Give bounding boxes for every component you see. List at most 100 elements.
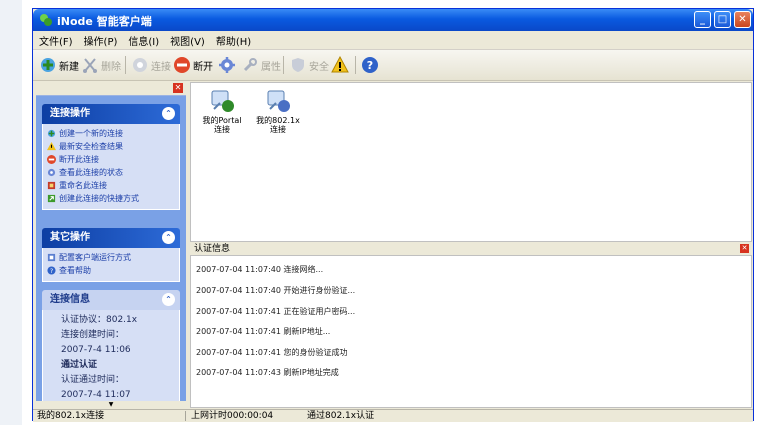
task-label: 创建此连接的快捷方式 bbox=[59, 194, 139, 203]
connections-view: 我的Portal 连接 我的802.1x 连接 bbox=[190, 82, 752, 242]
disconnect-icon bbox=[47, 155, 56, 164]
log-line: 2007-07-04 11:07:43 刷新IP地址完成 bbox=[196, 368, 339, 377]
page-edge bbox=[0, 0, 22, 425]
status-online-time: 上网计时000:00:04 bbox=[191, 411, 274, 421]
connect-button[interactable]: 连接 bbox=[131, 55, 171, 75]
shield-icon bbox=[292, 58, 304, 72]
task-configure-client[interactable]: 配置客户端运行方式 bbox=[43, 251, 179, 264]
new-button[interactable]: 新建 bbox=[39, 55, 79, 75]
property-label: 属性 bbox=[261, 61, 281, 73]
panel-body: 认证协议：802.1x 连接创建时间： 2007-7-4 11:06 通过认证 … bbox=[42, 310, 180, 408]
panel-title-text: 连接操作 bbox=[50, 108, 90, 119]
menu-info[interactable]: 信息(I) bbox=[122, 31, 164, 48]
new-label: 新建 bbox=[59, 61, 79, 73]
warning-icon bbox=[47, 142, 56, 151]
connection-name-line2: 连接 bbox=[214, 125, 230, 134]
log-line: 2007-07-04 11:07:41 正在验证用户密码... bbox=[196, 307, 356, 316]
security-label: 安全 bbox=[309, 61, 329, 73]
panel-title[interactable]: 其它操作 ⌃ bbox=[42, 228, 180, 248]
auth-log-header: 认证信息 ✕ bbox=[190, 242, 752, 256]
toolbar-separator bbox=[355, 56, 356, 74]
8021x-connection-icon bbox=[267, 90, 290, 112]
task-label: 查看帮助 bbox=[59, 266, 91, 275]
other-tasks-panel: 其它操作 ⌃ 配置客户端运行方式 ? 查看帮助 bbox=[42, 228, 180, 282]
connection-tasks-panel: 连接操作 ⌃ 创建一个新的连接 最新安全检查结果 断开此连接 查看此连接的状态 … bbox=[42, 104, 180, 210]
new-connection-icon bbox=[41, 58, 55, 72]
task-create-shortcut[interactable]: 创建此连接的快捷方式 bbox=[43, 192, 179, 205]
connection-item-8021x[interactable]: 我的802.1x 连接 bbox=[253, 87, 303, 134]
app-window: iNode 智能客户端 _ □ ✕ 文件(F) 操作(P) 信息(I) 视图(V) 帮助… bbox=[32, 8, 754, 422]
panel-title[interactable]: 连接信息 ⌃ bbox=[42, 290, 180, 310]
rename-icon bbox=[47, 181, 56, 190]
scroll-down-arrow[interactable]: ▼ bbox=[36, 401, 186, 409]
task-label: 重命名此连接 bbox=[59, 181, 107, 190]
task-create-connection[interactable]: 创建一个新的连接 bbox=[43, 127, 179, 140]
panel-title-text: 其它操作 bbox=[50, 232, 90, 243]
connect-label: 连接 bbox=[151, 61, 171, 73]
toolbar-separator bbox=[125, 56, 126, 74]
task-view-status[interactable]: 查看此连接的状态 bbox=[43, 166, 179, 179]
minimize-icon: _ bbox=[700, 14, 705, 25]
svg-text:?: ? bbox=[50, 268, 53, 275]
task-label: 创建一个新的连接 bbox=[59, 129, 123, 138]
maximize-button[interactable]: □ bbox=[714, 11, 731, 28]
close-icon[interactable]: ✕ bbox=[740, 244, 749, 253]
wrench-icon bbox=[243, 58, 257, 72]
gear-icon bbox=[219, 57, 235, 73]
status-divider bbox=[185, 411, 186, 421]
window-title: iNode 智能客户端 bbox=[57, 15, 152, 28]
task-pane: ✕ 连接操作 ⌃ 创建一个新的连接 最新安全检查结果 断开此连接 查看此连接的状… bbox=[36, 82, 186, 409]
panel-body: 配置客户端运行方式 ? 查看帮助 bbox=[42, 248, 180, 282]
status-connection: 我的802.1x连接 bbox=[37, 411, 105, 421]
delete-button[interactable]: 删除 bbox=[81, 55, 121, 75]
task-pane-header: ✕ bbox=[36, 82, 186, 96]
property-button[interactable]: 属性 bbox=[241, 55, 281, 75]
svg-text:?: ? bbox=[367, 59, 373, 72]
connection-name-line2: 连接 bbox=[270, 125, 286, 134]
menu-help[interactable]: 帮助(H) bbox=[210, 31, 256, 48]
title-bar[interactable]: iNode 智能客户端 _ □ ✕ bbox=[33, 9, 753, 31]
close-button[interactable]: ✕ bbox=[734, 11, 751, 28]
status-bar: 我的802.1x连接 上网计时000:00:04 通过802.1x认证 bbox=[33, 409, 753, 422]
info-created-time: 2007-7-4 11:06 bbox=[61, 345, 131, 355]
task-security-result[interactable]: 最新安全检查结果 bbox=[43, 140, 179, 153]
auth-log-title: 认证信息 bbox=[194, 244, 231, 254]
minimize-button[interactable]: _ bbox=[694, 11, 711, 28]
menu-view[interactable]: 视图(V) bbox=[164, 31, 210, 48]
collapse-icon[interactable]: ⌃ bbox=[162, 231, 175, 244]
collapse-icon[interactable]: ⌃ bbox=[162, 293, 175, 306]
connection-name-line1: 我的802.1x bbox=[256, 116, 300, 125]
portal-connection-icon bbox=[211, 90, 234, 112]
security-button[interactable]: 安全 bbox=[289, 55, 329, 75]
scissors-icon bbox=[83, 58, 97, 73]
connection-item-portal[interactable]: 我的Portal 连接 bbox=[197, 87, 247, 134]
close-icon[interactable]: ✕ bbox=[173, 83, 183, 93]
help-icon: ? bbox=[362, 57, 378, 73]
connect-icon bbox=[133, 58, 147, 72]
toolbar: 新建 删除 连接 断开 属性 安全 ? bbox=[33, 50, 753, 81]
log-line: 2007-07-04 11:07:40 连接网络... bbox=[196, 265, 324, 274]
task-label: 查看此连接的状态 bbox=[59, 168, 123, 177]
task-label: 最新安全检查结果 bbox=[59, 142, 123, 151]
task-label: 断开此连接 bbox=[59, 155, 99, 164]
warning-icon bbox=[331, 56, 349, 73]
warning-button[interactable] bbox=[331, 55, 351, 75]
help-button[interactable]: ? bbox=[361, 55, 381, 75]
status-auth: 通过802.1x认证 bbox=[307, 411, 375, 421]
inode-app-icon bbox=[40, 14, 52, 26]
menu-operation[interactable]: 操作(P) bbox=[78, 31, 123, 48]
panel-title[interactable]: 连接操作 ⌃ bbox=[42, 104, 180, 124]
task-rename[interactable]: 重命名此连接 bbox=[43, 179, 179, 192]
panel-title-text: 连接信息 bbox=[50, 294, 90, 305]
collapse-icon[interactable]: ⌃ bbox=[162, 107, 175, 120]
status-button[interactable] bbox=[218, 55, 238, 75]
task-view-help[interactable]: ? 查看帮助 bbox=[43, 264, 179, 277]
disconnect-button[interactable]: 断开 bbox=[173, 55, 213, 75]
menu-file[interactable]: 文件(F) bbox=[33, 31, 78, 48]
maximize-icon: □ bbox=[717, 14, 728, 25]
menu-bar: 文件(F) 操作(P) 信息(I) 视图(V) 帮助(H) bbox=[33, 31, 753, 50]
toolbar-separator bbox=[283, 56, 284, 74]
task-disconnect[interactable]: 断开此连接 bbox=[43, 153, 179, 166]
info-auth-status: 通过认证 bbox=[61, 360, 98, 370]
info-auth-label: 认证通过时间： bbox=[61, 375, 125, 385]
